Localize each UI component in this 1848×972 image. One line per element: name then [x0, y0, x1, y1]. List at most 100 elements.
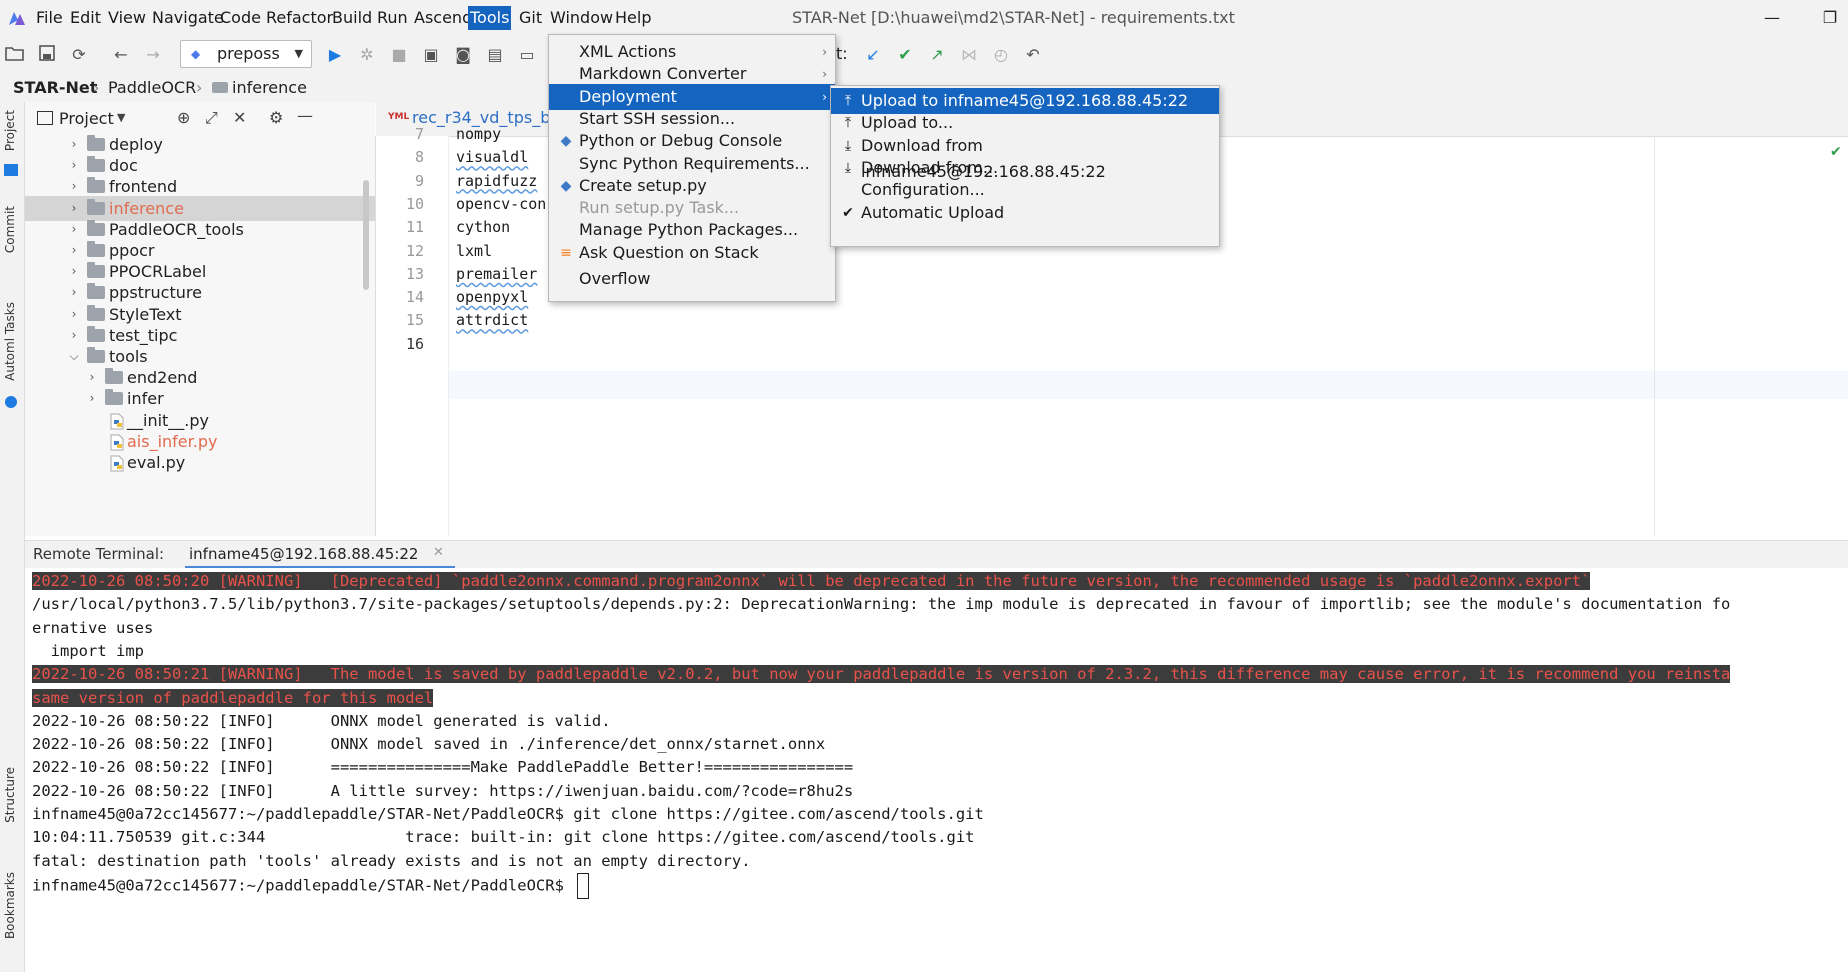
terminal-line: 2022-10-26 08:50:21 [WARNING] The model … [32, 663, 1731, 685]
run-icon[interactable]: ▶ [324, 44, 346, 66]
python-config-icon: ◆ [191, 47, 201, 61]
deployment-menu-item[interactable]: ✔ Automatic Upload [831, 200, 1219, 226]
collapse-all-icon[interactable]: ✕ [233, 108, 246, 127]
menu-build[interactable]: Build [330, 6, 374, 30]
check-icon: ✔ [842, 204, 854, 221]
save-icon[interactable] [36, 44, 58, 66]
menu-run[interactable]: Run [375, 6, 410, 30]
vcs-compare-icon[interactable]: ⋈ [958, 44, 980, 66]
tools-menu-item[interactable]: ≡ Ask Question on Stack Overflow [549, 240, 835, 288]
left-tool-strip: Project Commit Automl Tasks Structure Bo… [0, 102, 25, 972]
line-number: 11 [405, 218, 424, 237]
menu-git[interactable]: Git [517, 6, 544, 30]
menu-refactor[interactable]: Refactor [264, 6, 335, 30]
stackoverflow-icon: ≡ [560, 244, 572, 261]
tree-item[interactable]: eval.py [25, 450, 375, 475]
python-file-icon [109, 454, 125, 472]
settings-tool-icon[interactable]: ▤ [484, 44, 506, 66]
terminal-line-text: /usr/local/python3.7.5/lib/python3.7/sit… [32, 595, 1731, 614]
folder-icon [87, 219, 105, 236]
menu-item-label: Download from... [861, 157, 999, 177]
right-margin-guide [1654, 136, 1655, 536]
chevron-down-icon: ▼ [294, 47, 303, 60]
breadcrumb-item-project[interactable]: STAR-Net [13, 78, 97, 98]
deploy-icon[interactable]: ◙ [452, 44, 474, 66]
intellij-logo-icon[interactable] [8, 9, 26, 27]
rollback-icon[interactable]: ↶ [1022, 44, 1044, 66]
open-folder-icon[interactable] [4, 44, 26, 66]
project-panel-title[interactable]: Project [59, 109, 114, 128]
terminal-output[interactable]: 2022-10-26 08:50:20 [WARNING] [Deprecate… [25, 568, 1848, 972]
menu-window[interactable]: Window [548, 6, 615, 30]
sync-icon[interactable]: ⟳ [68, 44, 90, 66]
folder-icon [105, 389, 123, 406]
folder-icon [87, 156, 105, 173]
terminal-line: 2022-10-26 08:50:20 [WARNING] [Deprecate… [32, 570, 1591, 592]
folder-icon [105, 368, 123, 385]
line-number: 13 [405, 264, 424, 283]
project-tree: › deploy › doc › frontend › inference › PaddleOCR… [25, 135, 376, 536]
terminal-line: same version of paddlepaddle for this mo… [32, 687, 434, 709]
expand-all-icon[interactable]: ⤢ [205, 108, 218, 128]
folder-icon [87, 347, 105, 363]
breadcrumb-item-module[interactable]: PaddleOCR [108, 78, 196, 98]
vcs-push-icon[interactable]: ↗ [926, 44, 948, 66]
terminal-line-text: same version of paddlepaddle for this mo… [32, 688, 434, 707]
menu-code[interactable]: Code [218, 6, 263, 30]
menu-item-label: Start SSH session... [579, 108, 736, 128]
close-icon[interactable]: ✕ [433, 545, 444, 560]
history-icon[interactable]: ◴ [990, 44, 1012, 66]
debug-icon[interactable]: ✲ [356, 44, 378, 66]
breadcrumb-item-folder[interactable]: inference [232, 78, 307, 98]
folder-icon [87, 325, 105, 342]
back-arrow-icon[interactable]: ← [110, 44, 132, 66]
menu-item-label: Deployment [579, 86, 677, 106]
terminal-line-text: ernative uses [32, 618, 154, 637]
bookmarks-tool-tab[interactable]: Bookmarks [3, 872, 17, 939]
menu-edit[interactable]: Edit [68, 6, 103, 30]
build-icon[interactable]: ▣ [420, 44, 442, 66]
terminal-line: 2022-10-26 08:50:22 [INFO] =============… [32, 756, 853, 778]
locate-icon[interactable]: ⊕ [177, 108, 190, 127]
menu-ascend[interactable]: Ascend [412, 6, 474, 30]
terminal-line-text: 2022-10-26 08:50:21 [WARNING] The model … [32, 665, 1731, 684]
menu-tools[interactable]: Tools [468, 6, 512, 30]
code-line: visualdl [456, 148, 529, 167]
maximize-icon[interactable]: ❐ [1818, 6, 1842, 30]
menu-file[interactable]: File [34, 6, 65, 30]
inspection-ok-icon[interactable]: ✔ [1830, 144, 1842, 160]
vcs-update-icon[interactable]: ↙ [862, 44, 884, 66]
hide-panel-icon[interactable]: — [297, 106, 313, 125]
tree-scrollbar[interactable] [363, 180, 369, 290]
commit-tool-tab[interactable]: Commit [3, 206, 17, 253]
menu-navigate[interactable]: Navigate [150, 6, 226, 30]
line-number: 7 [414, 125, 424, 143]
code-line: rapidfuzz [456, 171, 538, 190]
terminal-tab[interactable]: infname45@192.168.88.45:22 ✕ [185, 541, 455, 569]
menu-view[interactable]: View [106, 6, 148, 30]
screen-icon[interactable]: ▭ [516, 44, 538, 66]
line-gutter: 7 8 9 10 11 12 13 14 15 16 [376, 125, 449, 536]
terminal-line: 2022-10-26 08:50:22 [INFO] ONNX model sa… [32, 733, 825, 755]
forward-arrow-icon[interactable]: → [142, 44, 164, 66]
gear-icon[interactable]: ⚙ [269, 108, 283, 127]
run-config-selector[interactable]: ◆ preposs ▼ [180, 40, 312, 68]
terminal-line: fatal: destination path 'tools' already … [32, 850, 751, 872]
folder-icon [87, 198, 105, 215]
line-number: 15 [405, 311, 424, 330]
chevron-down-icon[interactable]: ▼ [117, 111, 125, 124]
structure-tool-tab[interactable]: Structure [3, 767, 17, 823]
terminal-tab-label: infname45@192.168.88.45:22 [189, 545, 419, 563]
minimize-icon[interactable]: — [1760, 6, 1784, 30]
yaml-file-icon: YML [388, 112, 410, 122]
menu-help[interactable]: Help [613, 6, 653, 30]
folder-icon [87, 262, 105, 279]
project-tool-tab[interactable]: Project [3, 110, 17, 151]
tools-menu: XML Actions › Markdown Converter › Deploymen… [548, 34, 836, 302]
terminal-line: infname45@0a72cc145677:~/paddlepaddle/ST… [32, 803, 984, 825]
menu-item-label: Upload to... [861, 113, 954, 133]
vcs-commit-icon[interactable]: ✔ [894, 44, 916, 66]
stop-icon[interactable]: ■ [388, 44, 410, 66]
project-panel-header: Project ▼ ⊕ ⤢ ✕ ⚙ — [25, 102, 375, 136]
automl-tool-tab[interactable]: Automl Tasks [3, 302, 17, 381]
